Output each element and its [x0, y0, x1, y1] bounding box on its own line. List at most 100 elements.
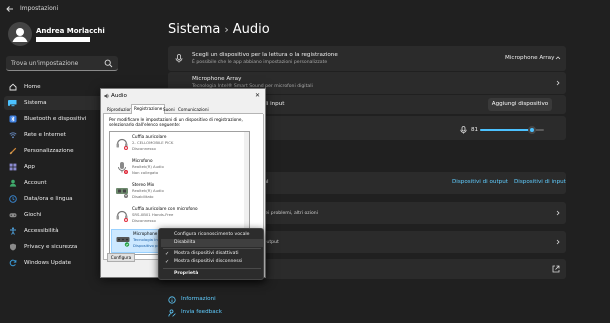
- monitor-icon: [9, 99, 17, 107]
- mic-array-title: Microphone Array: [192, 76, 242, 82]
- add-device-button[interactable]: Aggiungi dispositivo: [488, 98, 552, 111]
- menu-separator: [163, 248, 261, 249]
- device-detail: 2- CELLOMOBILE PICK: [132, 140, 174, 145]
- menu-separator: [163, 268, 261, 269]
- dialog-title: Audio: [111, 93, 127, 99]
- volume-slider-thumb[interactable]: [528, 126, 536, 134]
- dialog-tabs: Riproduzione Registrazione Suoni Comunic…: [103, 104, 263, 114]
- sidebar-item-label: Privacy e sicurezza: [24, 244, 78, 250]
- check-icon: ✓: [165, 251, 170, 257]
- device-name: Microfono: [132, 158, 153, 163]
- close-icon[interactable]: ✕: [255, 92, 260, 99]
- feedback-icon: [168, 309, 176, 317]
- breadcrumb: Sistema › Audio: [168, 22, 270, 37]
- title-bar: Impostazioni: [0, 0, 610, 18]
- avatar[interactable]: [8, 22, 32, 46]
- headset-icon: [115, 137, 129, 150]
- device-detail: Realtek(R) Audio: [132, 188, 164, 193]
- stereo-mix-icon: [115, 185, 129, 198]
- chevron-right-icon: [554, 79, 562, 87]
- search-icon[interactable]: [104, 59, 113, 68]
- configure-button[interactable]: Configura: [107, 253, 135, 262]
- chevron-right-icon: [554, 209, 562, 217]
- device-status: Disconnesso: [132, 146, 156, 151]
- brush-icon: [9, 147, 17, 155]
- breadcrumb-parent[interactable]: Sistema: [168, 22, 220, 37]
- menu-item-label: Mostra dispositivi disconnessi: [174, 259, 243, 264]
- sidebar-item-label: Account: [24, 180, 47, 186]
- tab-comunicazioni[interactable]: Comunicazioni: [175, 105, 212, 114]
- sidebar-item-label: Sistema: [24, 100, 47, 106]
- troubleshoot-label: e dei problemi, altri ozioni: [258, 211, 318, 216]
- globe-clock-icon: [9, 195, 17, 203]
- list-item[interactable]: Microfono Realtek(R) Audio Non collegato: [111, 157, 249, 178]
- home-icon: [9, 83, 17, 91]
- menu-item-show-disabled[interactable]: ✓ Mostra dispositivi disattivati: [161, 250, 263, 258]
- device-status: Non collegato: [132, 170, 159, 175]
- microphone-icon: [115, 161, 129, 174]
- volume-slider-fill: [480, 129, 532, 131]
- chevron-up-icon[interactable]: [554, 54, 562, 62]
- headset-icon: [115, 209, 129, 222]
- shield-icon: [9, 243, 17, 251]
- window-title: Impostazioni: [20, 5, 59, 12]
- search-placeholder: Trova un'impostazione: [11, 60, 79, 67]
- sidebar-item-label: Bluetooth e dispositivi: [24, 116, 87, 122]
- update-icon: [9, 259, 17, 267]
- context-menu: Configura riconoscimento vocale Disabili…: [158, 228, 264, 280]
- mic-array-icon: [116, 234, 130, 247]
- microphone-icon: [175, 54, 183, 63]
- device-name: Cuffia auricolare: [132, 134, 167, 139]
- person-icon: [9, 179, 17, 187]
- device-status: Disabilitato: [132, 194, 154, 199]
- selected-device-value: Microphone Array: [505, 55, 555, 61]
- search-input[interactable]: Trova un'impostazione: [6, 56, 118, 71]
- sidebar-item-label: Windows Update: [24, 260, 72, 266]
- input-devices-link[interactable]: Dispositivi di input: [514, 179, 566, 185]
- choose-device-title: Scegli un dispositivo per la lettura o l…: [192, 52, 338, 58]
- feedback-link[interactable]: Invia feedback: [181, 309, 222, 315]
- menu-item-properties[interactable]: Proprietà: [161, 270, 263, 278]
- device-detail: SRS-XB01 Hands-Free: [132, 212, 174, 217]
- choose-device-card[interactable]: Scegli un dispositivo per la lettura o l…: [168, 46, 566, 71]
- sidebar-item-label: Home: [24, 84, 41, 90]
- gamepad-icon: [9, 211, 17, 219]
- list-item[interactable]: Stereo Mix Realtek(R) Audio Disabilitato: [111, 181, 249, 202]
- menu-item-disable[interactable]: Disabilita: [161, 239, 263, 247]
- sidebar-item-label: Data/ora e lingua: [24, 196, 73, 202]
- breadcrumb-separator: ›: [224, 23, 229, 36]
- check-icon: ✓: [165, 259, 170, 265]
- menu-item-label: Configura riconoscimento vocale: [174, 232, 250, 237]
- volume-slider[interactable]: [480, 126, 544, 134]
- device-status: Disconnesso: [132, 218, 156, 223]
- sidebar-item-label: Accessibilità: [24, 228, 59, 234]
- info-icon: [168, 296, 176, 304]
- chevron-right-icon: [554, 238, 562, 246]
- microphone-icon: [460, 126, 467, 134]
- device-name: Cuffia auricolare con microfono: [132, 206, 198, 211]
- network-icon: [9, 131, 17, 139]
- list-item[interactable]: Cuffia auricolare con microfono SRS-XB01…: [111, 205, 249, 226]
- menu-item-configure-speech[interactable]: Configura riconoscimento vocale: [161, 231, 263, 239]
- volume-value: 81: [471, 127, 479, 133]
- menu-item-label: Mostra dispositivi disattivati: [174, 251, 239, 256]
- menu-item-label: Proprietà: [174, 271, 199, 276]
- accessibility-icon: [9, 227, 17, 235]
- menu-item-show-disconnected[interactable]: ✓ Mostra dispositivi disconnessi: [161, 258, 263, 266]
- sidebar-item-label: App: [24, 164, 35, 170]
- open-external-icon: [552, 265, 560, 273]
- bluetooth-icon: [9, 115, 17, 123]
- device-detail: Realtek(R) Audio: [132, 164, 164, 169]
- user-name: Andrea Morlacchi: [36, 27, 105, 35]
- choose-device-subtitle: È possibile che le app abbiano impostazi…: [192, 60, 328, 65]
- sidebar-item-label: Giochi: [24, 212, 42, 218]
- menu-item-label: Disabilita: [174, 240, 196, 245]
- list-item[interactable]: Cuffia auricolare 2- CELLOMOBILE PICK Di…: [111, 133, 249, 154]
- info-link[interactable]: Informazioni: [181, 296, 216, 302]
- dialog-instructions: Per modificare le impostazioni di un dis…: [109, 117, 243, 128]
- back-arrow-icon[interactable]: [4, 3, 16, 15]
- output-devices-link[interactable]: Dispositivi di output: [452, 179, 508, 185]
- breadcrumb-current: Audio: [232, 22, 270, 37]
- sidebar-item-label: Personalizzazione: [24, 148, 74, 154]
- sidebar-item-label: Rete e Internet: [24, 132, 66, 138]
